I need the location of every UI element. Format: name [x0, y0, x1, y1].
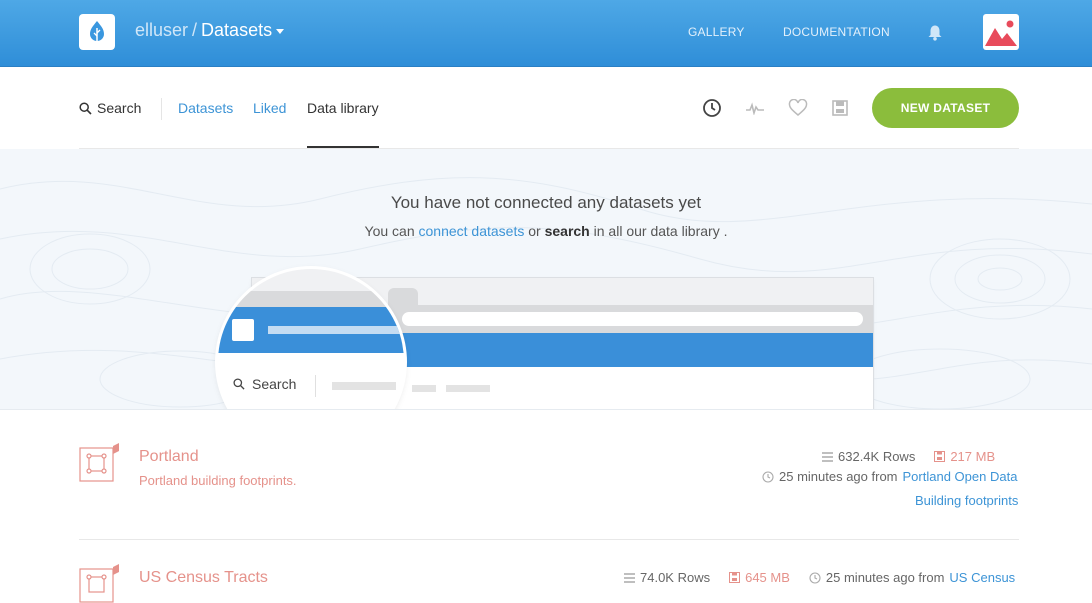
heart-icon[interactable]: [787, 97, 809, 119]
nav-gallery[interactable]: GALLERY: [688, 25, 745, 39]
clock-icon: [809, 571, 821, 584]
illustration-urlfield: [402, 312, 863, 326]
divider: [315, 375, 316, 397]
search-keyword: search: [544, 223, 590, 239]
nav-documentation[interactable]: DOCUMENTATION: [783, 25, 890, 39]
dataset-rows: 632.4K Rows: [838, 449, 916, 464]
size-icon: [729, 572, 741, 583]
magnifier-placeholder: [332, 382, 396, 390]
top-bar: elluser / Datasets GALLERY DOCUMENTATION: [0, 0, 1092, 67]
avatar[interactable]: [983, 14, 1019, 50]
magnifier-circle: Search: [218, 269, 404, 409]
bell-icon[interactable]: [927, 24, 943, 46]
dataset-time: 25 minutes ago from: [825, 570, 945, 585]
dataset-title[interactable]: US Census Tracts: [139, 569, 268, 587]
dataset-stats: 632.4K Rows 217 MB: [822, 449, 995, 464]
connect-datasets-link[interactable]: connect datasets: [419, 223, 525, 239]
dataset-time: 25 minutes ago from: [779, 469, 898, 484]
dataset-description: Portland building footprints.: [139, 473, 297, 488]
activity-icon[interactable]: [744, 97, 766, 119]
clock-icon[interactable]: [701, 97, 723, 119]
dataset-rows: 74.0K Rows: [640, 570, 711, 585]
clock-icon: [762, 470, 774, 483]
dataset-polygon-icon: [79, 564, 119, 603]
tab-liked[interactable]: Liked: [253, 100, 286, 116]
empty-state-title: You have not connected any datasets yet: [390, 193, 702, 212]
breadcrumb-separator: /: [192, 20, 198, 40]
illustration-placeholder: [446, 385, 490, 392]
tab-datasets[interactable]: Datasets: [178, 100, 233, 116]
dataset-stats: 74.0K Rows 645 MB 25 minutes ago from US…: [624, 570, 1015, 585]
magnifier-tabbar: [218, 269, 404, 291]
tab-data-library[interactable]: Data library: [307, 100, 379, 116]
dataset-size: 645 MB: [745, 570, 790, 585]
rows-icon: [624, 572, 635, 583]
size-icon: [934, 451, 946, 462]
dataset-size: 217 MB: [950, 449, 996, 464]
search-trigger[interactable]: Search: [79, 100, 141, 116]
empty-middle: or: [528, 223, 541, 239]
magnifier-logo: [232, 319, 254, 341]
dataset-source-sublink[interactable]: Building footprints: [915, 493, 1018, 508]
magnifier-search: Search: [233, 376, 296, 392]
illustration-placeholder: [412, 385, 436, 392]
magnifier-addressbar: [218, 291, 404, 307]
new-dataset-button[interactable]: NEW DATASET: [872, 88, 1019, 128]
chevron-down-icon[interactable]: [276, 28, 285, 34]
breadcrumb-section[interactable]: Datasets: [201, 20, 272, 40]
divider: [79, 539, 1019, 540]
save-icon[interactable]: [829, 97, 851, 119]
dataset-polygon-icon: [79, 443, 119, 482]
search-icon: [79, 101, 92, 115]
search-icon: [233, 378, 245, 390]
app-logo[interactable]: [79, 14, 115, 50]
breadcrumb[interactable]: elluser / Datasets: [135, 20, 285, 41]
rows-icon: [822, 451, 833, 462]
search-label: Search: [97, 100, 142, 116]
breadcrumb-user[interactable]: elluser: [135, 20, 188, 40]
dataset-title[interactable]: Portland: [139, 448, 199, 466]
logo-drop-icon: [90, 21, 104, 42]
magnifier-search-label: Search: [252, 376, 297, 392]
empty-suffix: in all our data library .: [593, 223, 728, 239]
dataset-source-info: 25 minutes ago from Portland Open Data: [762, 469, 1017, 484]
empty-state-message: You can connect datasets or search in al…: [0, 223, 1092, 239]
empty-state: You have not connected any datasets yet …: [0, 149, 1092, 410]
avatar-mountain-icon: [985, 20, 1017, 46]
dataset-source-link[interactable]: US Census: [949, 570, 1015, 585]
magnifier-breadcrumb: [268, 326, 404, 334]
dataset-source-link[interactable]: Portland Open Data: [903, 469, 1018, 484]
empty-prefix: You can: [364, 223, 415, 239]
divider: [161, 98, 162, 120]
